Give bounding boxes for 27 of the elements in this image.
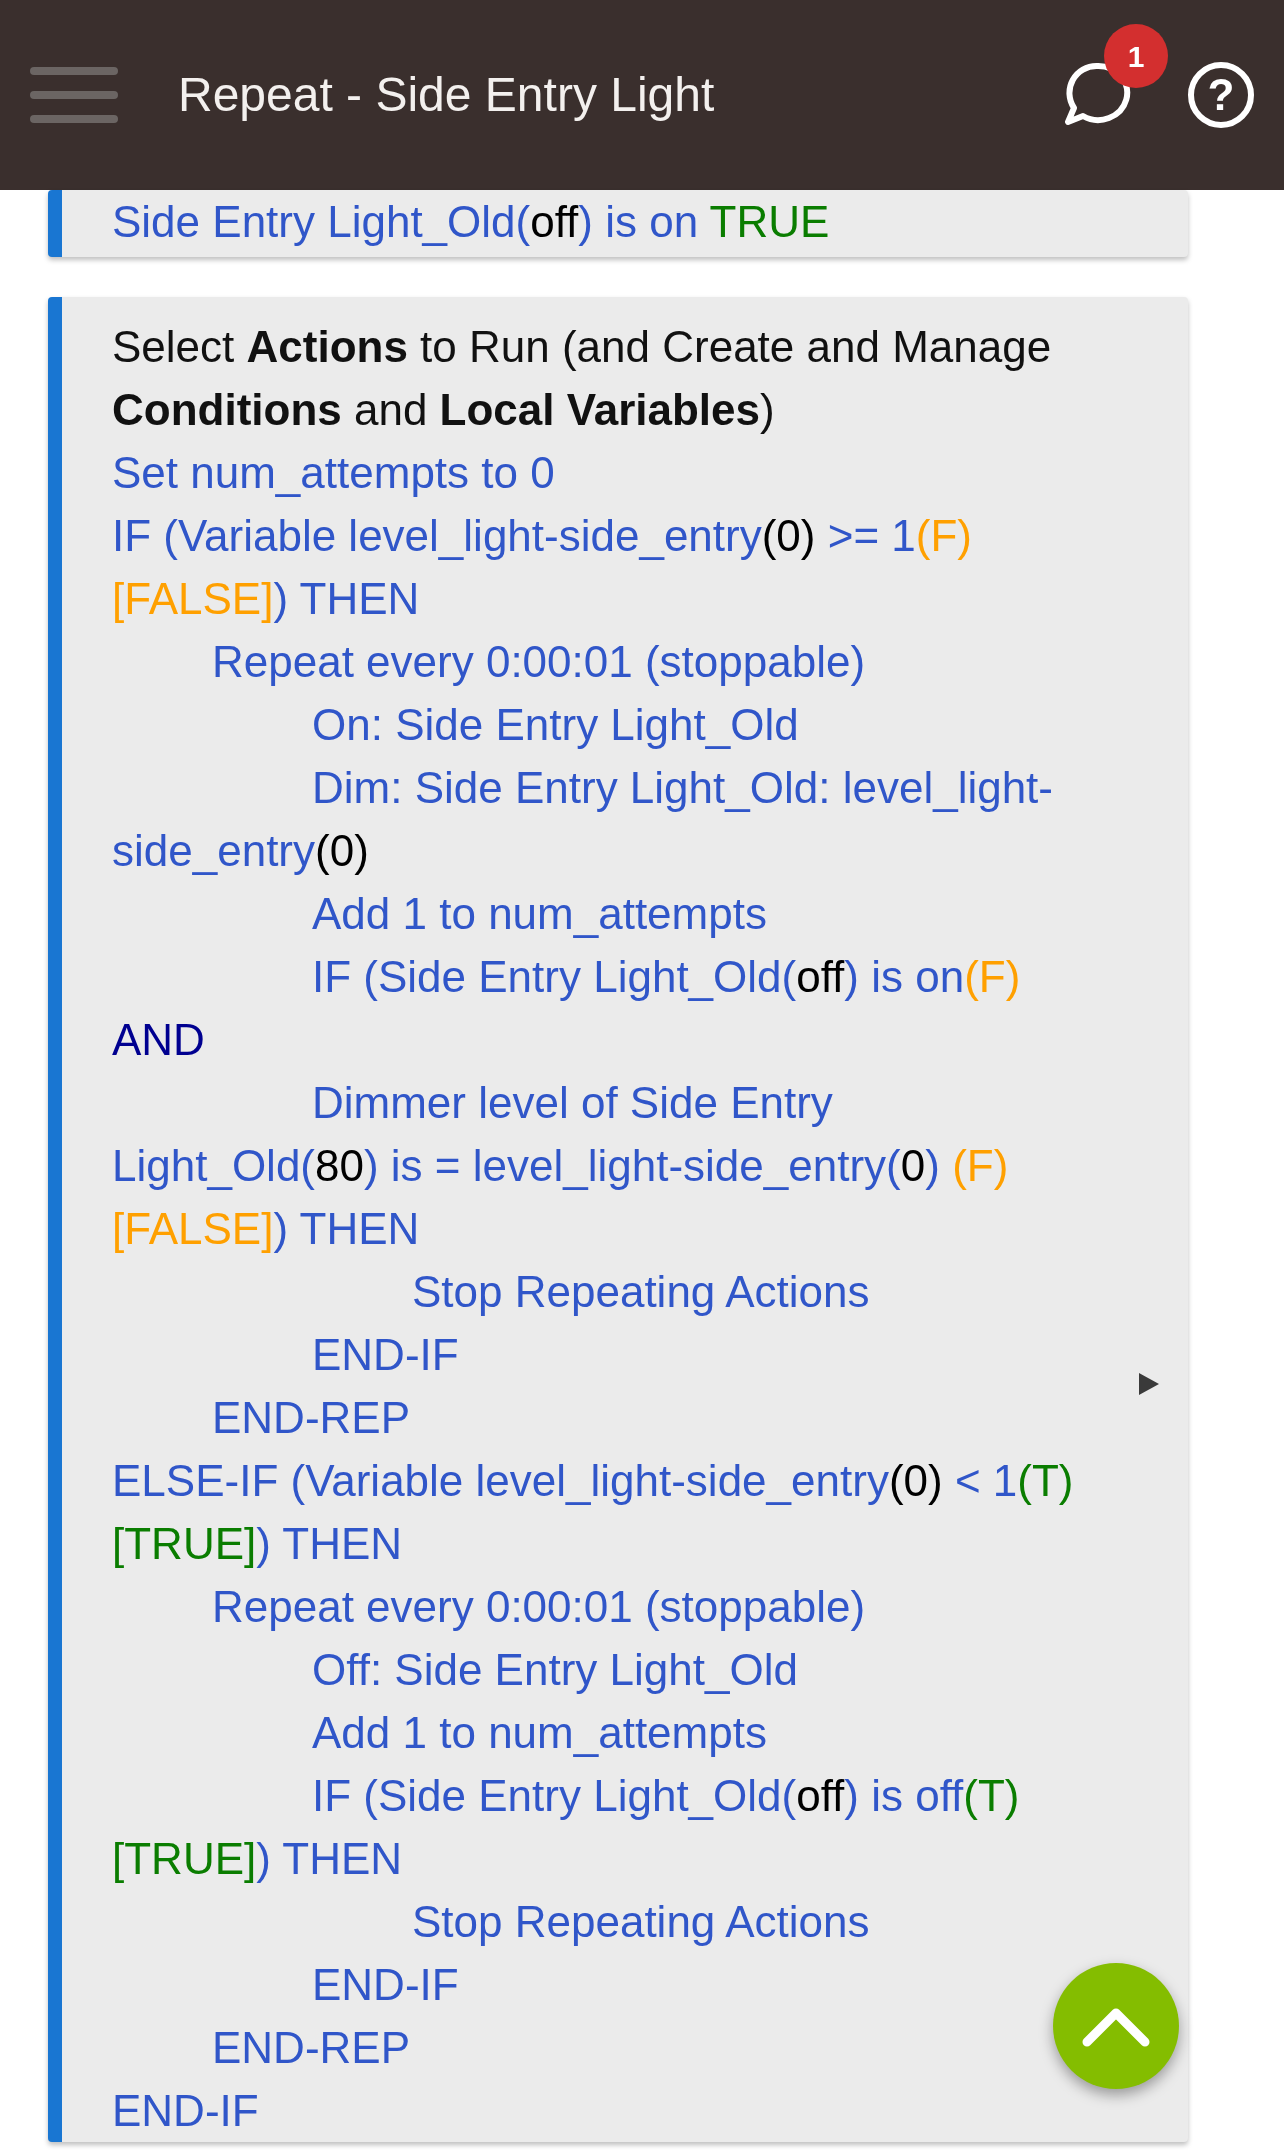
code-line: END-IF bbox=[311, 1959, 459, 2011]
code-line: Off: Side Entry Light_Old bbox=[311, 1644, 798, 1696]
code-line: Add 1 to num_attempts bbox=[311, 888, 767, 940]
code-line: AND bbox=[112, 1014, 205, 1066]
play-icon[interactable] bbox=[1138, 1372, 1160, 1396]
code-line: END-REP bbox=[211, 2022, 411, 2074]
code-line: END-IF bbox=[311, 1329, 459, 1381]
code-line: Repeat every 0:00:01 (stoppable) bbox=[211, 636, 866, 688]
code-line: Side Entry Light_Old(off) is on TRUE bbox=[112, 196, 830, 248]
code-line: IF (Side Entry Light_Old(off) is off(T) [TRUE]) THEN bbox=[112, 1770, 1021, 1885]
code-line: Repeat every 0:00:01 (stoppable) bbox=[211, 1581, 866, 1633]
code-line: END-REP bbox=[211, 1392, 411, 1444]
code-line: Add 1 to num_attempts bbox=[311, 1707, 767, 1759]
code-line: Dim: Side Entry Light_Old: level_light-side_entry(0) bbox=[112, 762, 1054, 877]
code-line: On: Side Entry Light_Old bbox=[311, 699, 799, 751]
code-line: IF (Side Entry Light_Old(off) is on(F) bbox=[311, 951, 1021, 1003]
code-line: IF (Variable level_light-side_entry(0) >= 1(F) [FALSE]) THEN bbox=[112, 510, 973, 625]
notification-badge: 1 bbox=[1104, 24, 1168, 88]
page-title: Repeat - Side Entry Light bbox=[178, 67, 715, 123]
code-line: Stop Repeating Actions bbox=[411, 1896, 870, 1948]
help-button[interactable]: ? bbox=[1188, 62, 1254, 128]
card-heading: Select Actions to Run (and Create and Manage Conditions and Local Variables) bbox=[112, 321, 1053, 436]
code-line: END-IF bbox=[112, 2085, 259, 2137]
code-line: Stop Repeating Actions bbox=[411, 1266, 870, 1318]
code-line: Set num_attempts to 0 bbox=[112, 447, 555, 499]
code-line: Dimmer level of Side Entry Light_Old(80) is = level_light-side_entry(0) (F) [FALSE]) THEN bbox=[112, 1077, 1010, 1255]
code-line: ELSE-IF (Variable level_light-side_entry(0) < 1(T) [TRUE]) THEN bbox=[112, 1455, 1075, 1570]
